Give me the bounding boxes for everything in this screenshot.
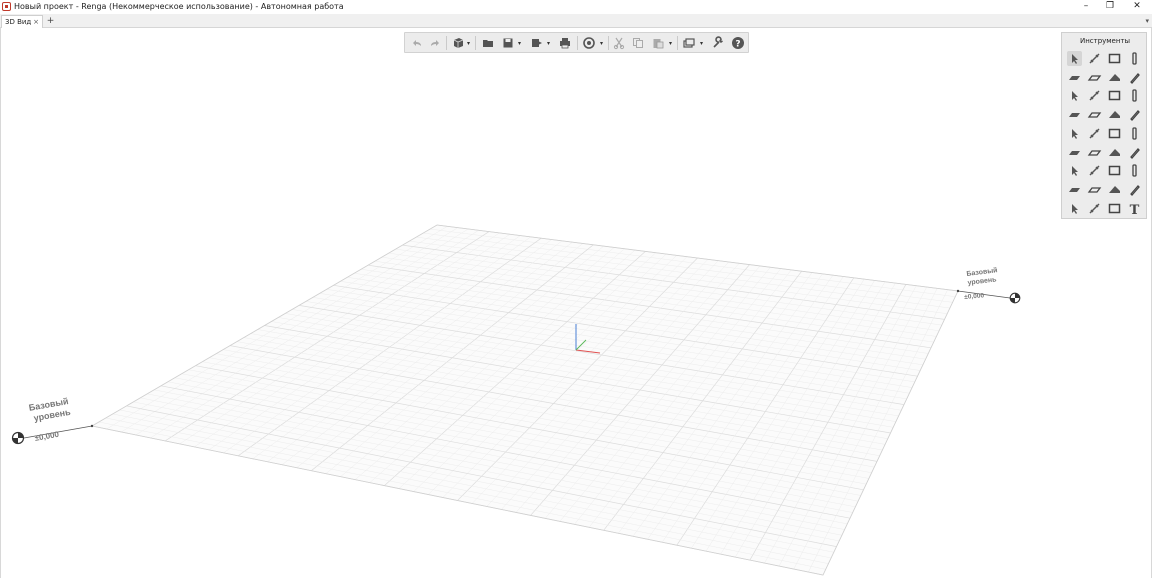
restore-button[interactable]: ❐ — [1096, 0, 1124, 13]
door-icon[interactable] — [1107, 88, 1122, 103]
line-icon[interactable] — [1087, 107, 1102, 122]
sink-icon[interactable] — [1107, 163, 1122, 178]
dimension-icon[interactable] — [1087, 51, 1102, 66]
tab-list-dropdown[interactable]: ▾ — [1145, 15, 1149, 27]
help-icon[interactable]: ? — [731, 36, 745, 50]
paste-icon[interactable] — [651, 36, 665, 50]
toolbar-separator — [608, 36, 609, 50]
window-title: Новый проект - Renga (Некоммерческое исп… — [14, 2, 344, 11]
annotation-icon[interactable] — [1067, 201, 1082, 216]
svg-text:?: ? — [735, 40, 740, 50]
duct-icon[interactable] — [1127, 107, 1142, 122]
settings-wrench-icon[interactable] — [711, 36, 725, 50]
tools-panel-title: Инструменты — [1079, 37, 1131, 45]
chevron-down-icon[interactable]: ▾ — [700, 41, 705, 47]
tank-icon[interactable] — [1067, 163, 1082, 178]
toolbar-separator — [446, 36, 447, 50]
tab-bar: 3D Вид × + ▾ — [0, 14, 1152, 28]
3d-scene — [11, 224, 1021, 576]
shield-icon[interactable] — [1107, 126, 1122, 141]
add-tab-button[interactable]: + — [45, 15, 56, 27]
plumbing-icon[interactable] — [1087, 182, 1102, 197]
close-window-button[interactable]: ✕ — [1123, 0, 1151, 13]
chevron-down-icon[interactable]: ▾ — [547, 41, 552, 47]
tab-label: 3D Вид — [5, 18, 32, 26]
panel-icon[interactable] — [1087, 126, 1102, 141]
floor-icon[interactable] — [1087, 70, 1102, 85]
connector-icon[interactable] — [1127, 182, 1142, 197]
copy-icon[interactable] — [631, 36, 645, 50]
level-name-right: Базовый уровень — [966, 266, 999, 288]
accessory-icon[interactable] — [1127, 163, 1142, 178]
ramp-icon[interactable] — [1087, 88, 1102, 103]
tab-close-icon[interactable]: × — [33, 16, 39, 28]
beam-icon[interactable] — [1067, 107, 1082, 122]
export-icon[interactable] — [530, 36, 544, 50]
fan-icon[interactable] — [1087, 145, 1102, 160]
chevron-down-icon[interactable]: ▾ — [600, 41, 605, 47]
pipe-fitting-icon[interactable] — [1107, 107, 1122, 122]
pump-icon[interactable] — [1067, 145, 1082, 160]
undo-icon[interactable] — [410, 36, 424, 50]
stairs-icon[interactable] — [1067, 88, 1082, 103]
tools-panel: Инструменты T — [1061, 32, 1147, 219]
roof-icon[interactable] — [1107, 70, 1122, 85]
hood-icon[interactable] — [1087, 163, 1102, 178]
leader-icon[interactable] — [1087, 201, 1102, 216]
slab-icon[interactable] — [1067, 70, 1082, 85]
fitting-icon[interactable] — [1107, 145, 1122, 160]
renga-logo-icon — [2, 2, 11, 11]
select-icon[interactable] — [1067, 51, 1082, 66]
window-icon[interactable] — [1127, 88, 1142, 103]
svg-text:T: T — [1130, 203, 1140, 216]
main-toolbar: ▾ ▾ ▾ ▾ ▾ ▾ ? — [404, 32, 749, 53]
equipment-icon[interactable] — [1067, 126, 1082, 141]
title-bar: Новый проект - Renga (Некоммерческое исп… — [0, 0, 1152, 14]
save-icon[interactable] — [501, 36, 515, 50]
redo-icon[interactable] — [428, 36, 442, 50]
pen-icon[interactable] — [1127, 70, 1142, 85]
print-icon[interactable] — [558, 36, 572, 50]
text-icon[interactable]: T — [1127, 201, 1142, 216]
device-icon[interactable] — [1107, 182, 1122, 197]
chevron-down-icon[interactable]: ▾ — [669, 41, 674, 47]
rectangle-icon[interactable] — [1107, 51, 1122, 66]
valve-icon[interactable] — [1127, 126, 1142, 141]
chevron-down-icon[interactable]: ▾ — [467, 41, 472, 47]
boiler-icon[interactable] — [1127, 145, 1142, 160]
view-cube-icon[interactable] — [451, 36, 465, 50]
visibility-icon[interactable] — [582, 36, 596, 50]
tab-3d-view[interactable]: 3D Вид × — [1, 15, 43, 28]
work-plane-grid — [90, 224, 959, 576]
toolbar-separator — [475, 36, 476, 50]
toolbar-separator — [577, 36, 578, 50]
open-folder-icon[interactable] — [481, 36, 495, 50]
chevron-down-icon[interactable]: ▾ — [518, 41, 523, 47]
column-icon[interactable] — [1127, 51, 1142, 66]
cut-icon[interactable] — [612, 36, 626, 50]
tag-icon[interactable] — [1107, 201, 1122, 216]
toolbar-separator — [677, 36, 678, 50]
layers-icon[interactable] — [682, 36, 696, 50]
cabinet-icon[interactable] — [1067, 182, 1082, 197]
